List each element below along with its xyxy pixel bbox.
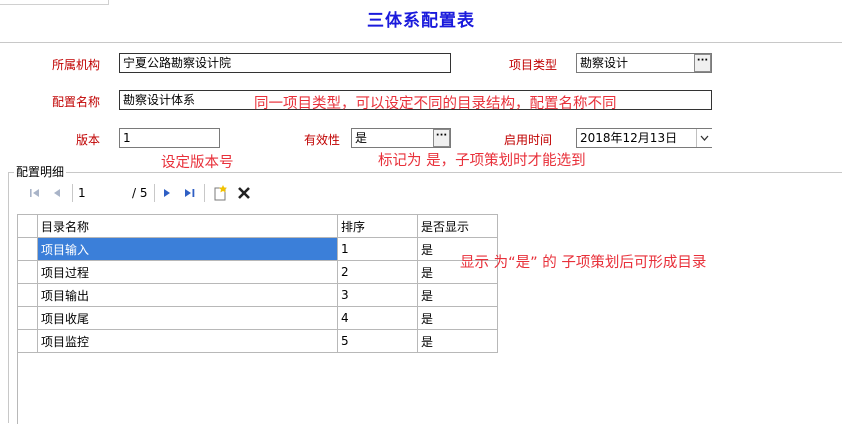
pager-total: / 5 (132, 186, 148, 200)
row-header[interactable] (17, 306, 38, 330)
config-annotation: 同一项目类型，可以设定不同的目录结构，配置名称不同 (254, 96, 617, 112)
column-header-name[interactable]: 目录名称 (37, 214, 338, 238)
next-page-icon[interactable] (160, 185, 174, 201)
cell-show[interactable]: 是 (417, 329, 498, 353)
cell-show[interactable]: 是 (417, 283, 498, 307)
last-page-icon[interactable] (182, 185, 198, 201)
version-annotation: 设定版本号 (161, 155, 234, 171)
valid-label: 有效性 (304, 133, 341, 147)
pager-current[interactable]: 1 (78, 185, 126, 201)
row-header-corner (17, 214, 38, 238)
page-title: 三体系配置表 (367, 11, 475, 31)
date-value: 2018年12月13日 (580, 131, 678, 145)
cell-name[interactable]: 项目监控 (37, 329, 338, 353)
add-row-icon[interactable] (212, 185, 228, 201)
cell-order[interactable]: 3 (337, 283, 418, 307)
type-field[interactable]: 勘察设计 (576, 53, 712, 73)
chevron-down-icon[interactable] (696, 129, 712, 147)
date-label: 启用时间 (504, 133, 553, 147)
org-label: 所属机构 (52, 58, 101, 72)
table-row[interactable]: 项目监控 5 是 (17, 329, 498, 353)
cell-order[interactable]: 1 (337, 237, 418, 261)
table-row[interactable]: 项目过程 2 是 (17, 260, 498, 284)
display-annotation: 显示 为“是” 的 子项策划后可形成目录 (460, 255, 707, 271)
prev-page-icon[interactable] (50, 185, 64, 201)
row-header[interactable] (17, 260, 38, 284)
version-label: 版本 (76, 133, 101, 147)
config-value: 勘察设计体系 (123, 93, 196, 107)
type-value: 勘察设计 (580, 56, 629, 70)
cell-show[interactable]: 是 (417, 306, 498, 330)
column-header-order[interactable]: 排序 (337, 214, 418, 238)
row-header[interactable] (17, 237, 38, 261)
type-label: 项目类型 (509, 58, 558, 72)
cell-name[interactable]: 项目过程 (37, 260, 338, 284)
first-page-icon[interactable] (28, 185, 42, 201)
table-row[interactable]: 项目输出 3 是 (17, 283, 498, 307)
ellipsis-icon[interactable]: ··· (694, 54, 711, 72)
cell-name[interactable]: 项目输出 (37, 283, 338, 307)
valid-annotation: 标记为 是，子项策划时才能选到 (378, 153, 586, 169)
date-field[interactable]: 2018年12月13日 (576, 128, 712, 148)
valid-value: 是 (355, 131, 368, 145)
cell-order[interactable]: 5 (337, 329, 418, 353)
cell-name[interactable]: 项目收尾 (37, 306, 338, 330)
cell-name[interactable]: 项目输入 (37, 237, 338, 261)
row-header[interactable] (17, 329, 38, 353)
title-divider (0, 42, 842, 43)
table-row[interactable]: 项目收尾 4 是 (17, 306, 498, 330)
top-window-stub (0, 0, 109, 5)
org-field[interactable]: 宁夏公路勘察设计院 (119, 53, 451, 73)
config-label: 配置名称 (52, 95, 101, 109)
ellipsis-icon[interactable]: ··· (433, 129, 450, 147)
cell-order[interactable]: 2 (337, 260, 418, 284)
detail-group-title: 配置明细 (14, 163, 67, 180)
detail-toolbar: 1 / 5 (16, 181, 842, 205)
column-header-show[interactable]: 是否显示 (417, 214, 498, 238)
cell-order[interactable]: 4 (337, 306, 418, 330)
grid-header-row: 目录名称 排序 是否显示 (17, 214, 498, 238)
table-row[interactable]: 项目输入 1 是 (17, 237, 498, 261)
detail-grid: 目录名称 排序 是否显示 项目输入 1 是 项目过程 2 是 项目输出 3 是 … (17, 214, 498, 353)
row-header[interactable] (17, 283, 38, 307)
version-field[interactable]: 1 (119, 128, 220, 148)
delete-icon[interactable] (236, 185, 252, 201)
